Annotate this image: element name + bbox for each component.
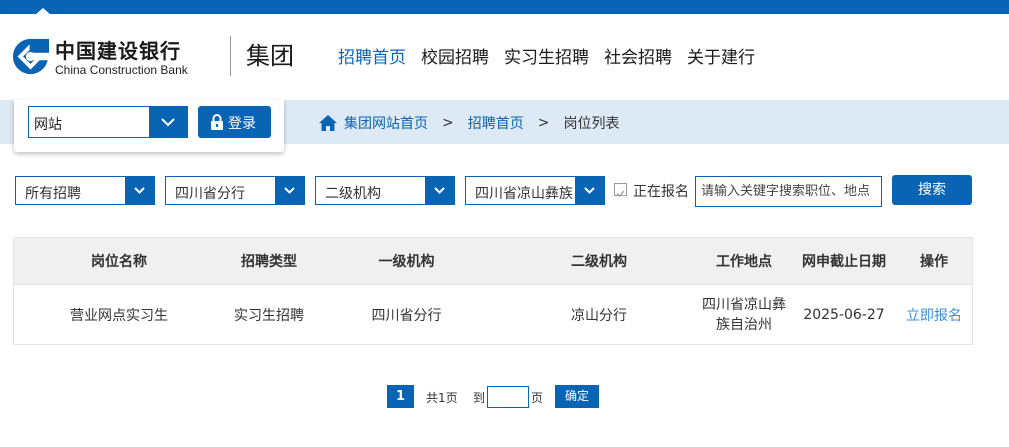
table-header-cell: 岗位名称 [91,254,147,270]
breadcrumb-current: 岗位列表 [563,116,620,132]
table-header-cell: 工作地点 [716,254,772,270]
job-level2-org: 凉山分行 [571,307,627,324]
site-select-value: 网站 [34,117,62,133]
nav-item-intern[interactable]: 实习生招聘 [504,48,589,68]
filter-recruit-type-value: 所有招聘 [25,186,81,202]
table-header-cell: 网申截止日期 [802,254,886,270]
apply-now-link[interactable]: 立即报名 [899,285,969,344]
filter-level2-org-value: 二级机构 [325,186,381,202]
breadcrumb: 集团网站首页 > 招聘首页 > 岗位列表 [318,113,619,133]
login-button[interactable]: 登录 [198,106,271,138]
open-enrollment-checkbox[interactable] [614,183,627,197]
login-panel: 网站 登录 [14,100,284,152]
check-icon [616,190,625,197]
job-recruit-type: 实习生招聘 [234,307,304,324]
goto-prefix: 到 [473,391,486,405]
site-header: 中国建设银行 China Construction Bank 集团 招聘首页 校… [0,14,1009,100]
open-enrollment-label: 正在报名 [633,184,689,200]
search-button[interactable]: 搜索 [892,175,972,205]
chevron-down-icon[interactable] [149,107,187,137]
filter-level1-org-value: 四川省分行 [175,186,245,202]
job-table: 岗位名称 招聘类型 一级机构 二级机构 工作地点 网申截止日期 操作 营业网点实… [13,237,973,345]
goto-page-input[interactable] [487,386,529,408]
nav-item-about[interactable]: 关于建行 [687,48,755,68]
job-location-cell: 四川省凉山彝族自治州 [699,285,789,344]
chevron-down-icon[interactable] [275,177,304,204]
job-title[interactable]: 营业网点实习生 [54,285,184,344]
table-header-cell: 招聘类型 [241,254,297,270]
ccb-logo-icon[interactable] [12,38,49,75]
table-header: 岗位名称 招聘类型 一级机构 二级机构 工作地点 网申截止日期 操作 [14,238,972,284]
page-total: 共1页 [426,391,458,405]
table-header-cell: 一级机构 [378,254,435,270]
chevron-down-icon[interactable] [125,177,154,204]
filter-recruit-type[interactable]: 所有招聘 [15,176,155,205]
breadcrumb-separator: > [537,115,550,131]
table-row[interactable]: 营业网点实习生 实习生招聘 四川省分行 凉山分行 四川省凉山彝族自治州 2025… [14,284,972,344]
main-nav: 招聘首页 校园招聘 实习生招聘 社会招聘 关于建行 [338,48,755,68]
site-select[interactable]: 网站 [28,106,188,138]
filter-location-value: 四川省凉山彝族 [475,186,573,202]
lock-icon [211,114,223,130]
keyword-search-input[interactable] [695,176,882,207]
brand-group-label: 集团 [246,42,294,70]
job-level1-org: 四川省分行 [371,307,442,324]
job-location: 四川省凉山彝族自治州 [702,296,786,333]
brand-name-cn: 中国建设银行 [55,39,181,63]
pagination: 1 共1页 到 页 确定 [0,385,1009,409]
chevron-down-icon[interactable] [425,177,454,204]
chevron-down-icon[interactable] [575,177,604,204]
top-accent-bar [0,0,1009,14]
nav-item-recruit-home[interactable]: 招聘首页 [338,48,406,68]
login-button-label: 登录 [228,116,256,132]
goto-suffix: 页 [531,391,544,405]
table-header-cell: 二级机构 [571,254,627,270]
filter-level2-org[interactable]: 二级机构 [315,176,455,205]
brand-name-en: China Construction Bank [55,63,188,77]
nav-item-social[interactable]: 社会招聘 [604,48,672,68]
breadcrumb-recruit-link[interactable]: 招聘首页 [468,113,524,133]
table-header-cell: 操作 [920,254,948,270]
page-number-button[interactable]: 1 [387,385,414,408]
job-deadline: 2025-06-27 [803,306,885,323]
filter-level1-org[interactable]: 四川省分行 [165,176,305,205]
nav-item-campus[interactable]: 校园招聘 [421,48,489,68]
home-icon [319,115,337,131]
breadcrumb-separator: > [442,115,454,131]
breadcrumb-home-link[interactable]: 集团网站首页 [344,113,428,133]
goto-confirm-button[interactable]: 确定 [555,385,599,408]
brand-divider [230,36,231,76]
filter-location[interactable]: 四川省凉山彝族 [465,176,605,205]
